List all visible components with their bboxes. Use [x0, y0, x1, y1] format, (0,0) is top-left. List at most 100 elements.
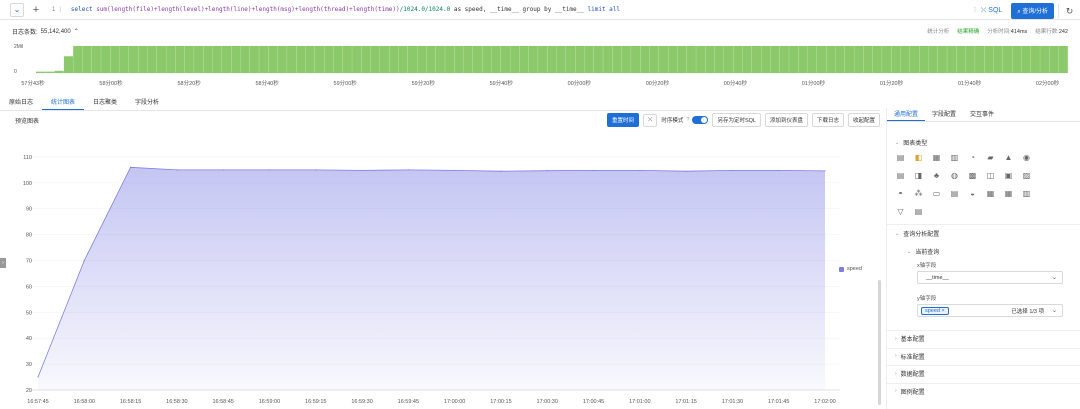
histogram-bar[interactable]: [407, 46, 417, 73]
histogram-bar[interactable]: [668, 46, 678, 73]
histogram-bar[interactable]: [742, 46, 752, 73]
histogram-bar[interactable]: [268, 46, 278, 73]
histogram-bar[interactable]: [352, 46, 362, 73]
histogram-bar[interactable]: [937, 46, 947, 73]
histogram-bar[interactable]: [73, 46, 83, 73]
download-log-button[interactable]: 下载日志: [811, 113, 844, 127]
histogram-bar[interactable]: [919, 46, 929, 73]
data-point[interactable]: [592, 169, 595, 172]
histogram-bar[interactable]: [835, 46, 845, 73]
histogram-bar[interactable]: [147, 46, 157, 73]
histogram-bar[interactable]: [287, 46, 297, 73]
config-tab-0[interactable]: 通用配置: [887, 108, 926, 121]
bar3-icon[interactable]: ◓: [895, 188, 906, 199]
histogram-bar[interactable]: [426, 46, 436, 73]
world-icon[interactable]: ◍: [949, 170, 960, 181]
histogram-bar[interactable]: [389, 46, 399, 73]
histogram-bar[interactable]: [175, 46, 185, 73]
funnel-icon[interactable]: ▽: [895, 206, 906, 217]
pin-icon[interactable]: ◒: [967, 188, 978, 199]
histogram-bar[interactable]: [472, 46, 483, 73]
query-config-section[interactable]: ⌄ 查询分析配置: [887, 229, 939, 239]
chevron-up-icon[interactable]: ⌃: [74, 28, 79, 35]
grid-icon[interactable]: ⁂: [913, 188, 924, 199]
histogram-bar[interactable]: [380, 46, 390, 73]
bar-group-icon[interactable]: ▥: [1021, 188, 1032, 199]
insight-icon[interactable]: ⫶: [974, 7, 976, 15]
histogram-bar[interactable]: [1030, 46, 1040, 73]
refresh-icon[interactable]: ↻: [1058, 4, 1080, 18]
radar-icon[interactable]: ▨: [1021, 170, 1032, 181]
histogram-bar[interactable]: [166, 46, 176, 73]
histogram-bar[interactable]: [1040, 46, 1050, 73]
speed-area-chart[interactable]: 20 30 40 50 60 70 80 90 100 110 16:57:45 16:58:00 16…: [0, 128, 880, 409]
histogram-bar[interactable]: [184, 46, 194, 73]
histogram-bar[interactable]: [138, 46, 148, 73]
histogram-bar[interactable]: [259, 46, 269, 73]
data-point[interactable]: [500, 170, 502, 172]
histogram-bar[interactable]: [956, 46, 966, 73]
histogram-bar[interactable]: [686, 46, 696, 73]
config-section-3[interactable]: › 图例配置: [887, 387, 925, 396]
data-point[interactable]: [361, 169, 363, 172]
histogram-bar[interactable]: [45, 71, 55, 73]
histogram-bar[interactable]: [417, 46, 427, 73]
histogram-bar[interactable]: [751, 46, 761, 73]
histogram-bar[interactable]: [314, 46, 325, 73]
chart-legend[interactable]: speed: [839, 266, 862, 272]
area-icon[interactable]: ▰: [985, 152, 996, 163]
histogram-bar[interactable]: [156, 46, 166, 73]
histogram-bar[interactable]: [779, 46, 789, 73]
histogram-bar[interactable]: [82, 46, 92, 73]
histogram-bar[interactable]: [324, 46, 334, 73]
histogram-bar[interactable]: [1002, 46, 1013, 73]
histogram-bar[interactable]: [891, 46, 901, 73]
config-tab-1[interactable]: 字段配置: [925, 108, 963, 121]
data-point[interactable]: [222, 169, 224, 171]
histogram-bar[interactable]: [965, 46, 975, 73]
chinamap-icon[interactable]: ◫: [985, 170, 996, 181]
histogram-bar[interactable]: [101, 46, 111, 73]
query-input[interactable]: select sum(length(file)+length(level)+le…: [71, 6, 620, 13]
config-section-1[interactable]: › 标准配置: [887, 352, 925, 361]
histogram-bar[interactable]: [575, 46, 585, 73]
histogram-bar[interactable]: [724, 46, 734, 73]
histogram-bar[interactable]: [975, 46, 985, 73]
histogram-bar[interactable]: [538, 46, 548, 73]
histogram-bar[interactable]: [816, 46, 827, 73]
config-tab-2[interactable]: 交互事件: [963, 108, 1001, 121]
line-icon[interactable]: ◧: [913, 152, 924, 163]
histogram-bar[interactable]: [556, 46, 566, 73]
y-axis-select[interactable]: speed × 已选择 1/3 项 ⌄: [917, 304, 1063, 317]
histogram-bar[interactable]: [658, 46, 669, 73]
table2-icon[interactable]: ▤: [895, 170, 906, 181]
histogram-bar[interactable]: [798, 46, 808, 73]
current-query-section[interactable]: ⌄ 当前查询: [899, 247, 939, 257]
gauge-icon[interactable]: ◉: [1021, 152, 1032, 163]
tab-3[interactable]: 字段分析: [126, 97, 168, 110]
histogram-bar[interactable]: [584, 46, 594, 73]
add-dashboard-button[interactable]: 添加到仪表盘: [764, 113, 808, 127]
histogram-bar[interactable]: [603, 46, 613, 73]
histogram-bar[interactable]: [463, 46, 473, 73]
data-point[interactable]: [778, 169, 780, 172]
histogram-bar[interactable]: [621, 46, 631, 73]
data-point[interactable]: [37, 376, 39, 378]
histogram-bar[interactable]: [91, 46, 101, 73]
save-sql-button[interactable]: 另存为定时SQL: [712, 113, 761, 127]
config-section-0[interactable]: › 基本配置: [887, 334, 925, 344]
histogram-bar[interactable]: [249, 46, 259, 73]
histogram-bar[interactable]: [844, 46, 854, 73]
data-point[interactable]: [315, 169, 317, 171]
flow2-icon[interactable]: ▦: [985, 188, 996, 199]
multi-line-icon[interactable]: ◨: [913, 170, 924, 181]
custom-icon[interactable]: ▤: [913, 206, 924, 217]
tab-2[interactable]: 日志聚类: [84, 97, 126, 110]
histogram-bar[interactable]: [361, 46, 371, 73]
histogram-bar[interactable]: [110, 46, 120, 73]
time-mode-switch[interactable]: [692, 116, 709, 124]
histogram-bar[interactable]: [705, 46, 715, 73]
histogram-bar[interactable]: [240, 46, 250, 73]
histogram-bar[interactable]: [900, 46, 910, 73]
histogram-bar[interactable]: [445, 46, 455, 73]
